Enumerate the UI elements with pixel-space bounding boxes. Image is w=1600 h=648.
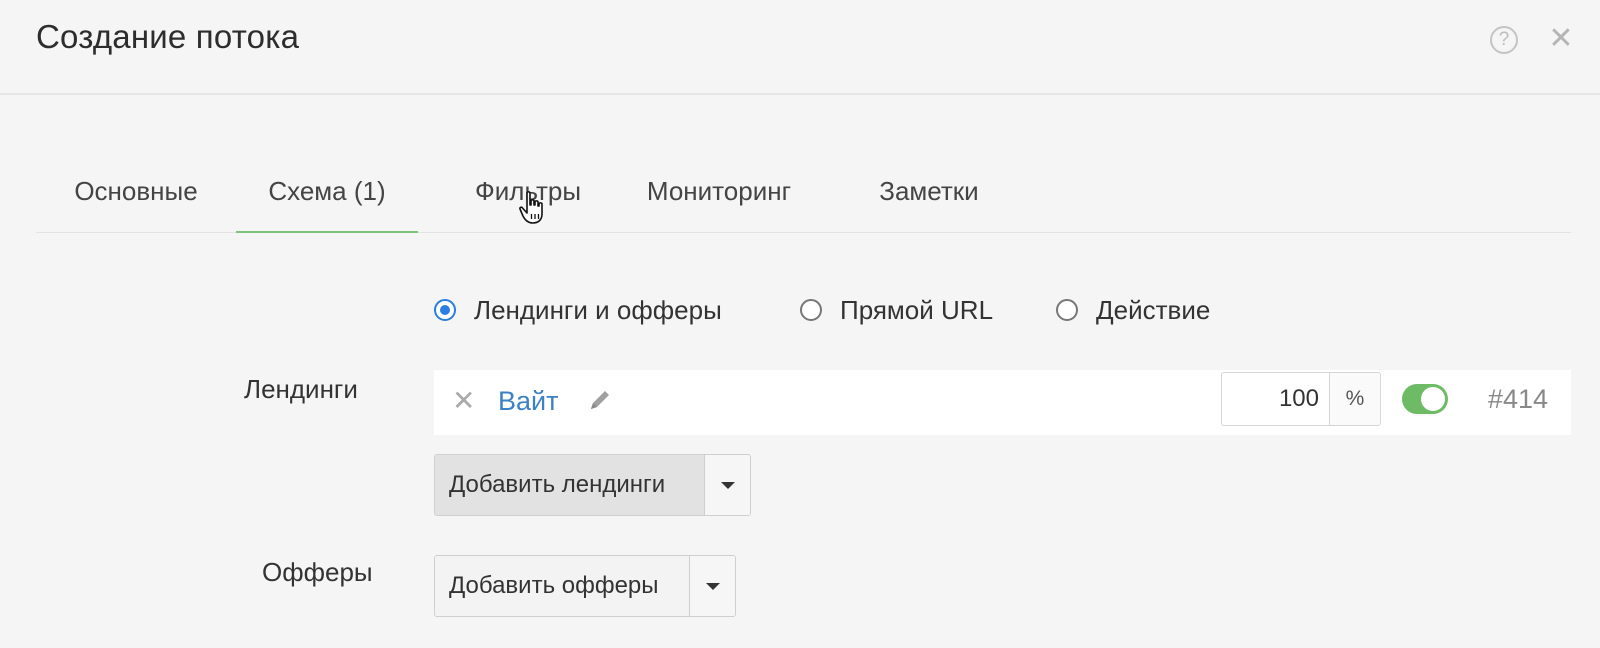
remove-landing-icon[interactable]: ✕ [452,384,475,417]
add-offers-button[interactable]: Добавить офферы [435,556,690,616]
tab-monitoring[interactable]: Мониторинг [630,163,808,233]
tab-bar: Основные Схема (1) Фильтры Мониторинг За… [36,163,1571,233]
close-icon[interactable]: ✕ [1547,20,1575,56]
tab-basic[interactable]: Основные [36,163,236,233]
add-landings-split-button: Добавить лендинги [434,454,751,516]
add-landings-dropdown[interactable] [704,455,750,515]
modal-header: Создание потока ? ✕ [0,0,1600,95]
add-offers-dropdown[interactable] [689,556,735,616]
radio-action[interactable]: Действие [1056,290,1210,330]
landing-id: #414 [1488,384,1549,414]
caret-down-icon [705,582,720,590]
hand-cursor-icon [519,191,543,224]
add-landings-button[interactable]: Добавить лендинги [435,455,705,515]
percent-unit: % [1329,372,1381,426]
landings-label: Лендинги [244,374,358,404]
radio-label: Лендинги и офферы [474,294,722,325]
modal-title: Создание потока [36,18,300,55]
radio-unchecked-icon [1056,299,1078,321]
radio-direct-url[interactable]: Прямой URL [800,290,993,330]
landing-name-link[interactable]: Вайт [498,386,558,417]
help-icon[interactable]: ? [1490,26,1518,54]
add-offers-split-button: Добавить офферы [434,555,736,617]
tab-notes[interactable]: Заметки [856,163,1002,233]
pencil-icon[interactable] [586,386,614,414]
tab-schema[interactable]: Схема (1) [236,163,418,233]
radio-landings-offers[interactable]: Лендинги и офферы [434,290,722,330]
landing-row: ✕ Вайт % #414 [434,370,1571,435]
offers-label: Офферы [262,557,373,587]
radio-unchecked-icon [800,299,822,321]
landing-share-input[interactable] [1221,372,1329,426]
radio-label: Прямой URL [840,294,994,325]
radio-checked-icon [434,299,456,321]
radio-label: Действие [1096,294,1211,325]
caret-down-icon [720,481,735,489]
landing-enabled-toggle[interactable] [1402,384,1448,414]
toggle-knob [1421,387,1445,411]
